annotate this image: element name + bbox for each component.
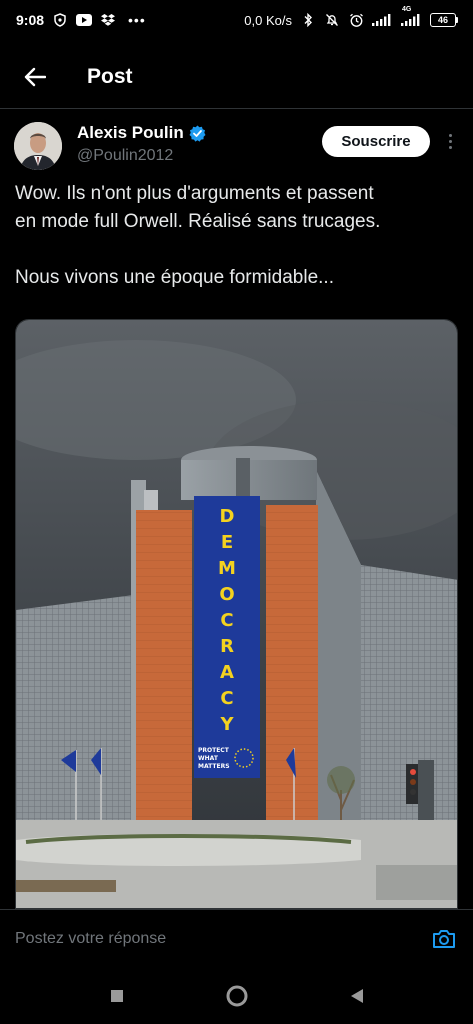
signal-icon	[372, 13, 392, 27]
author-name-row: Alexis Poulin	[77, 123, 206, 143]
svg-text:O: O	[219, 584, 234, 605]
status-time: 9:08	[16, 12, 45, 28]
banner-small-text: MATTERS	[198, 763, 230, 770]
top-app-bar: Post	[0, 48, 473, 106]
subscribe-button[interactable]: Souscrire	[322, 126, 430, 157]
svg-text:A: A	[220, 662, 234, 683]
post-text: Wow. Ils n'ont plus d'arguments et passe…	[15, 180, 460, 292]
avatar[interactable]	[14, 122, 62, 170]
battery-level: 46	[430, 13, 456, 27]
svg-text:R: R	[220, 636, 234, 657]
post-text-line: en mode full Orwell. Réalisé sans trucag…	[15, 211, 381, 232]
mute-icon	[324, 13, 340, 27]
svg-text:C: C	[220, 610, 233, 631]
bluetooth-icon	[300, 13, 316, 27]
author-handle: @Poulin2012	[77, 147, 174, 164]
post-header: Alexis Poulin @Poulin2012 Souscrire	[14, 120, 459, 176]
system-nav-bar	[0, 968, 473, 1024]
reply-bar	[0, 909, 473, 967]
battery-icon: 46	[430, 13, 458, 27]
reply-input[interactable]	[15, 929, 430, 948]
status-bar: 9:08 ••• 0,0 Ko/s 4G 46	[0, 0, 473, 40]
shield-icon	[52, 13, 68, 27]
header-divider	[0, 108, 473, 109]
more-notifications-icon: •••	[128, 12, 146, 28]
youtube-icon	[76, 13, 93, 27]
author-info[interactable]: Alexis Poulin @Poulin2012	[77, 123, 206, 165]
svg-text:E: E	[221, 532, 233, 553]
svg-text:C: C	[220, 688, 233, 709]
camera-icon[interactable]	[430, 925, 458, 953]
network-type: 4G	[402, 6, 412, 13]
banner-small-text: WHAT	[198, 755, 219, 762]
signal-4g-icon: 4G	[400, 6, 422, 27]
svg-text:M: M	[218, 558, 236, 579]
back-triangle-icon[interactable]	[345, 984, 369, 1008]
author-name: Alexis Poulin	[77, 123, 184, 142]
post-text-line: Wow. Ils n'ont plus d'arguments et passe…	[15, 183, 374, 204]
svg-text:Y: Y	[219, 714, 234, 735]
status-bar-right: 0,0 Ko/s 4G 46	[244, 6, 458, 28]
recents-square-icon[interactable]	[105, 984, 129, 1008]
post-text-line: Nous vivons une époque formidable...	[15, 267, 334, 288]
alarm-icon	[348, 13, 364, 27]
back-arrow-icon[interactable]	[22, 64, 48, 90]
page-title: Post	[87, 65, 133, 88]
more-vertical-icon[interactable]	[442, 128, 458, 154]
post-image[interactable]: D E M O C R A C Y PROTECT WHAT MATTERS	[15, 319, 458, 909]
banner-letter: D	[220, 506, 235, 527]
verified-badge-icon	[189, 125, 206, 142]
status-bar-left: 9:08 •••	[16, 12, 146, 28]
banner-small-text: PROTECT	[198, 747, 230, 754]
network-speed: 0,0 Ko/s	[244, 12, 292, 28]
dropbox-icon	[100, 13, 116, 27]
home-circle-icon[interactable]	[225, 984, 249, 1008]
